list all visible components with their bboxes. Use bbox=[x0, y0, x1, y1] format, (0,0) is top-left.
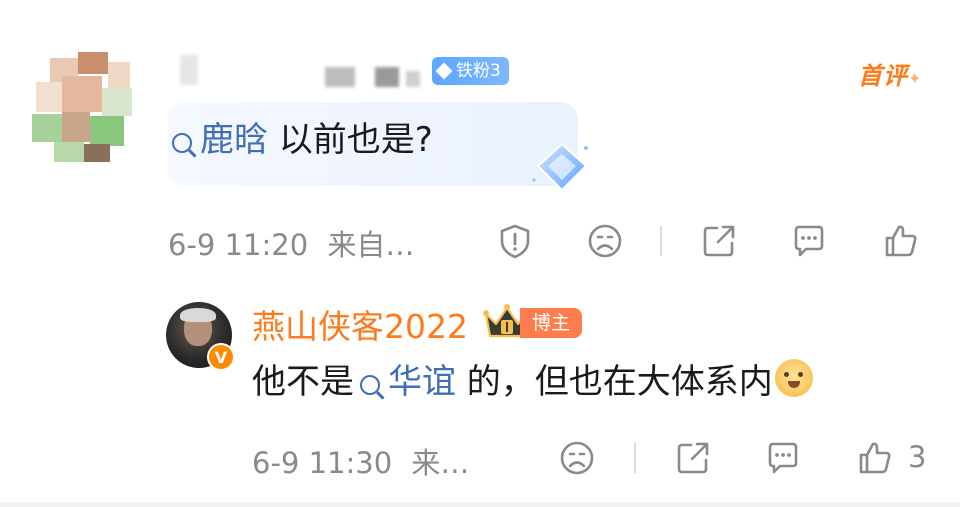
reply-body-start: 他不是 bbox=[252, 362, 354, 402]
comment-source[interactable]: 来自… bbox=[327, 228, 414, 262]
search-icon bbox=[172, 133, 192, 153]
reply-text: 他不是 华谊 的，但也在大体系内 bbox=[252, 358, 813, 406]
report-icon[interactable] bbox=[496, 222, 534, 260]
fan-level-badge: 铁粉3 bbox=[432, 57, 509, 85]
avatar-hair bbox=[180, 308, 216, 322]
search-icon bbox=[360, 375, 380, 395]
author-name[interactable]: 燕山侠客2022 bbox=[252, 300, 468, 348]
blogger-badge: 博主 bbox=[520, 308, 583, 338]
share-icon[interactable] bbox=[700, 222, 738, 260]
comment-body: 以前也是? bbox=[268, 120, 433, 160]
like-icon[interactable] bbox=[856, 439, 894, 477]
comment-time: 6-9 11:20 bbox=[168, 228, 309, 262]
share-icon[interactable] bbox=[674, 439, 712, 477]
divider bbox=[634, 443, 636, 473]
verified-badge-icon: V bbox=[207, 343, 235, 371]
comment-icon[interactable] bbox=[764, 439, 802, 477]
first-comment-label: 首评 bbox=[858, 62, 908, 90]
comment-text: 鹿晗 以前也是? bbox=[172, 117, 433, 163]
topic-label: 华谊 bbox=[388, 362, 456, 402]
dislike-icon[interactable] bbox=[558, 439, 596, 477]
like-icon[interactable] bbox=[882, 222, 920, 260]
comment-icon[interactable] bbox=[790, 222, 828, 260]
verified-mark: V bbox=[214, 347, 228, 367]
reply-body-end: 的，但也在大体系内 bbox=[456, 362, 773, 402]
first-comment-tag: 首评✦ bbox=[858, 56, 922, 91]
sparkle-icon: ✦ bbox=[908, 69, 923, 88]
reply-meta: 6-9 11:30 来… bbox=[252, 440, 469, 482]
doge-emoji-icon bbox=[774, 359, 813, 397]
divider bbox=[660, 226, 662, 256]
topic-link[interactable]: 华谊 bbox=[354, 362, 456, 402]
dislike-icon[interactable] bbox=[586, 222, 624, 260]
avatar-blurred[interactable] bbox=[28, 52, 138, 162]
comment-meta: 6-9 11:20 来自… bbox=[168, 222, 414, 264]
diamond-decoration-icon bbox=[532, 142, 588, 192]
like-count: 3 bbox=[908, 440, 927, 474]
username-blurred[interactable] bbox=[180, 55, 430, 91]
topic-label: 鹿晗 bbox=[200, 120, 268, 160]
reply-source[interactable]: 来… bbox=[411, 446, 469, 480]
divider bbox=[0, 502, 960, 507]
topic-link[interactable]: 鹿晗 bbox=[172, 120, 268, 160]
reply-time: 6-9 11:30 bbox=[252, 446, 393, 480]
fan-level-label: 铁粉3 bbox=[456, 61, 501, 81]
diamond-icon bbox=[435, 62, 453, 80]
